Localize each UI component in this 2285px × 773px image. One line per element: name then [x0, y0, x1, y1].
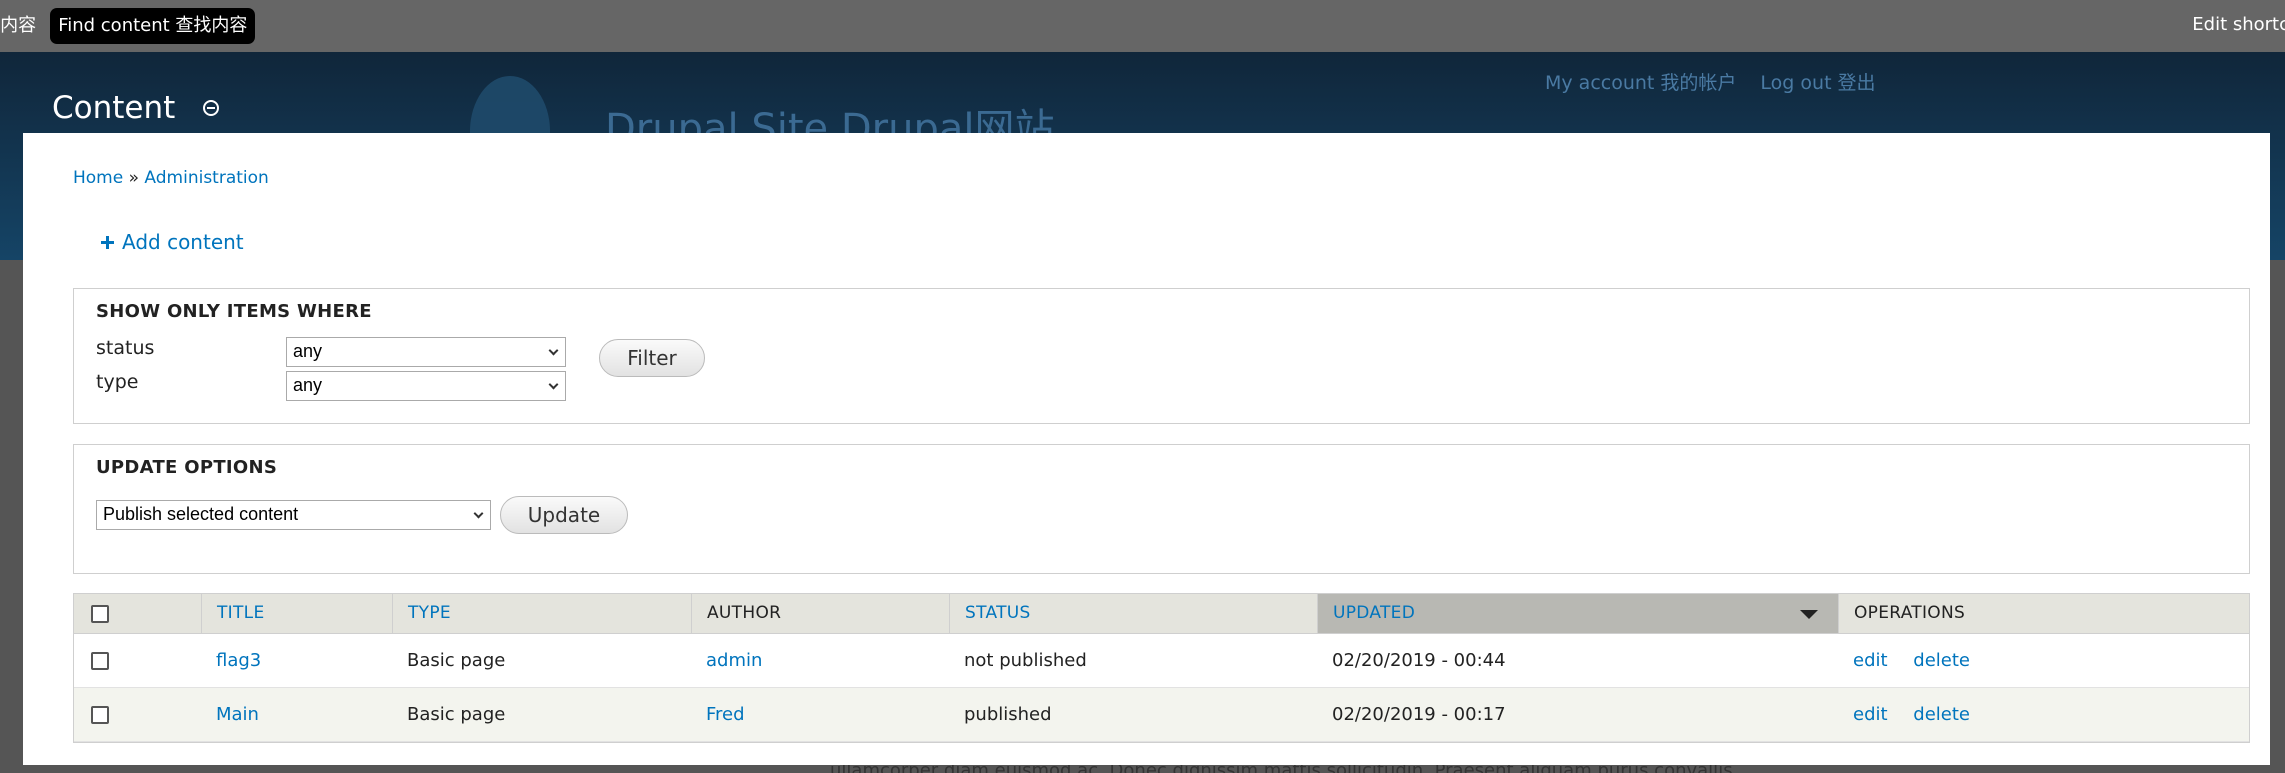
type-filter-select[interactable]: any — [286, 371, 566, 401]
row-title-link[interactable]: Main — [201, 688, 259, 742]
row-operations: edit delete — [1838, 634, 1990, 688]
chevron-down-icon — [473, 508, 484, 519]
select-all-header — [74, 594, 201, 633]
filter-legend: SHOW ONLY ITEMS WHERE — [96, 301, 372, 322]
row-delete-link[interactable]: delete — [1913, 704, 1970, 725]
overlay-content-panel: Home » Administration Add content SHOW O… — [23, 133, 2270, 765]
breadcrumb: Home » Administration — [73, 168, 269, 188]
row-checkbox[interactable] — [91, 706, 109, 724]
shortcut-toggle-icon[interactable] — [203, 99, 220, 116]
operation-select-value: Publish selected content — [103, 504, 299, 524]
status-filter-label: status — [96, 337, 155, 359]
breadcrumb-separator: » — [128, 168, 140, 188]
header-title[interactable]: TITLE — [201, 594, 392, 633]
filter-fieldset: SHOW ONLY ITEMS WHERE status any type an… — [73, 288, 2250, 424]
header-updated-label: UPDATED — [1333, 603, 1416, 623]
content-table: TITLE TYPE AUTHOR STATUS UPDATED OPERATI… — [73, 593, 2250, 743]
page-title-text: Content — [52, 90, 176, 126]
my-account-link[interactable]: My account 我的帐户 — [1545, 68, 1736, 95]
chevron-down-icon — [548, 345, 559, 356]
page-title: Content — [52, 90, 220, 126]
row-checkbox[interactable] — [91, 652, 109, 670]
header-status[interactable]: STATUS — [949, 594, 1317, 633]
edit-shortcuts-link[interactable]: Edit shortc — [2192, 14, 2285, 35]
row-edit-link[interactable]: edit — [1853, 650, 1888, 671]
add-content-label: Add content — [122, 230, 244, 254]
secondary-menu: My account 我的帐户 Log out 登出 — [1545, 68, 1876, 95]
row-type: Basic page — [407, 650, 506, 671]
sort-descending-icon — [1800, 610, 1818, 619]
log-out-link[interactable]: Log out 登出 — [1760, 68, 1875, 95]
status-filter-select[interactable]: any — [286, 337, 566, 367]
table-row: flag3 Basic page admin not published 02/… — [74, 634, 2249, 688]
table-row: Main Basic page Fred published 02/20/201… — [74, 688, 2249, 742]
type-filter-label: type — [96, 371, 139, 393]
header-updated[interactable]: UPDATED — [1317, 594, 1838, 633]
row-delete-link[interactable]: delete — [1913, 650, 1970, 671]
row-status: not published — [964, 650, 1087, 671]
shortcuts-bar: nt 添加内容 Find content 查找内容 — [0, 8, 256, 44]
update-options-fieldset: UPDATE OPTIONS Publish selected content … — [73, 444, 2250, 574]
shortcut-find-content[interactable]: Find content 查找内容 — [50, 8, 256, 44]
row-updated: 02/20/2019 - 00:44 — [1332, 650, 1506, 671]
shortcut-add-content[interactable]: nt 添加内容 — [0, 8, 44, 44]
status-filter-value: any — [293, 341, 323, 361]
plus-icon — [101, 235, 114, 249]
update-button[interactable]: Update — [500, 496, 628, 534]
add-content-action[interactable]: Add content — [101, 230, 244, 254]
row-author-link[interactable]: admin — [691, 634, 762, 688]
row-title-link[interactable]: flag3 — [201, 634, 261, 688]
table-header-row: TITLE TYPE AUTHOR STATUS UPDATED OPERATI… — [74, 594, 2249, 634]
header-author: AUTHOR — [691, 594, 949, 633]
row-status: published — [964, 704, 1052, 725]
row-author-link[interactable]: Fred — [691, 688, 745, 742]
row-type: Basic page — [407, 704, 506, 725]
breadcrumb-home[interactable]: Home — [73, 168, 123, 188]
type-filter-value: any — [293, 375, 323, 395]
breadcrumb-administration[interactable]: Administration — [144, 168, 268, 188]
row-updated: 02/20/2019 - 00:17 — [1332, 704, 1506, 725]
header-operations: OPERATIONS — [1838, 594, 2249, 633]
chevron-down-icon — [548, 379, 559, 390]
row-operations: edit delete — [1838, 688, 1990, 742]
admin-toolbar: nt 添加内容 Find content 查找内容 Edit shortc — [0, 0, 2285, 52]
update-options-legend: UPDATE OPTIONS — [96, 457, 278, 478]
select-all-checkbox[interactable] — [91, 605, 109, 623]
operation-select[interactable]: Publish selected content — [96, 500, 491, 530]
header-type[interactable]: TYPE — [392, 594, 691, 633]
filter-button[interactable]: Filter — [599, 339, 705, 377]
row-edit-link[interactable]: edit — [1853, 704, 1888, 725]
